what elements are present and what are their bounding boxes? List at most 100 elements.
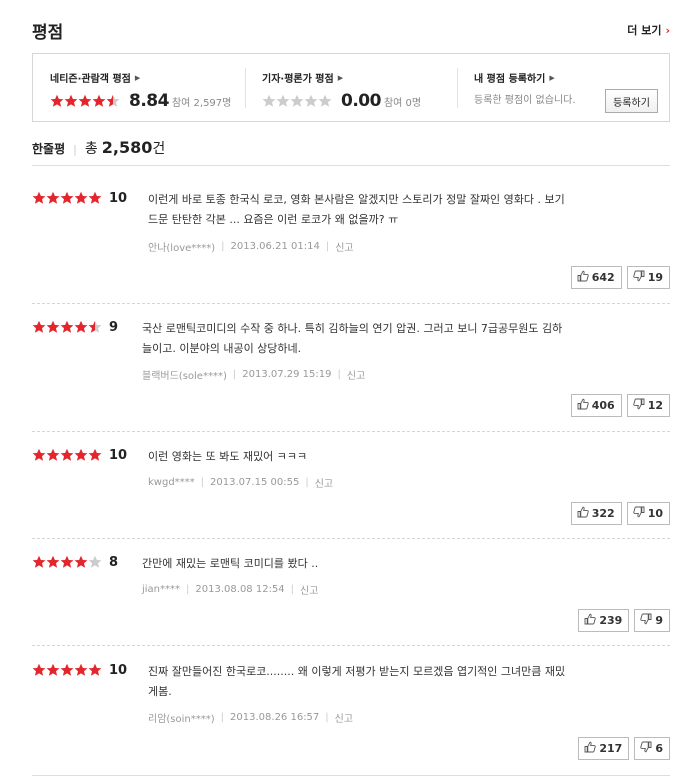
star-icon bbox=[46, 663, 60, 676]
upvote-count: 239 bbox=[599, 614, 623, 627]
divider: | bbox=[305, 477, 309, 488]
star-icon bbox=[50, 94, 64, 107]
review-item: 10 이런게 바로 토종 한국식 로코, 영화 본사람은 알겠지만 스토리가 정… bbox=[32, 189, 670, 289]
star-icon bbox=[32, 320, 46, 333]
report-link[interactable]: 신고 bbox=[335, 710, 353, 725]
thumbs-up-button[interactable]: 217 bbox=[578, 737, 630, 760]
thumbs-down-button[interactable]: 12 bbox=[626, 394, 670, 417]
thumbs-down-icon bbox=[632, 506, 645, 521]
thumbs-down-button[interactable]: 9 bbox=[634, 609, 670, 632]
review-item: 8 간만에 재밌는 로맨틱 코미디를 봤다 .. jian**** | 2013.0… bbox=[32, 553, 670, 633]
star-icon bbox=[290, 94, 304, 107]
review-item: 10 이런 영화는 또 봐도 재밌어 ㅋㅋㅋ kwgd**** | 2013.07.… bbox=[32, 446, 670, 526]
divider: | bbox=[337, 369, 341, 380]
thumbs-up-button[interactable]: 322 bbox=[570, 502, 622, 525]
report-link[interactable]: 신고 bbox=[300, 582, 318, 597]
divider: | bbox=[200, 477, 205, 488]
review-text: 국산 로맨틱코미디의 수작 중 하나. 특히 김하늘의 연기 압권. 그러고 보… bbox=[142, 319, 654, 359]
netizen-score-link[interactable]: 네티즌·관람객 평점 ▶ bbox=[50, 70, 245, 86]
review-text: 진짜 잘만들어진 한국로코........ 왜 이렇게 저평가 받는지 모르겠음… bbox=[148, 662, 660, 702]
thumbs-up-button[interactable]: 406 bbox=[570, 394, 622, 417]
review-text-line: 이런게 바로 토종 한국식 로코, 영화 본사람은 알겠지만 스토리가 정말 잘… bbox=[148, 193, 565, 206]
review-text-line: 진짜 잘만들어진 한국로코........ 왜 이렇게 저평가 받는지 모르겠음… bbox=[148, 665, 566, 678]
star-icon bbox=[318, 94, 332, 107]
review-item: 9 국산 로맨틱코미디의 수작 중 하나. 특히 김하늘의 연기 압권. 그러고… bbox=[32, 318, 670, 418]
my-score-label: 내 평점 등록하기 bbox=[474, 74, 546, 85]
thumbs-up-icon bbox=[584, 741, 597, 756]
review-star-rating bbox=[32, 191, 102, 205]
upvote-count: 322 bbox=[591, 507, 615, 520]
star-icon bbox=[74, 191, 88, 204]
more-link[interactable]: 더 보기 › bbox=[627, 22, 670, 38]
review-score: 10 bbox=[109, 662, 128, 678]
star-icon bbox=[64, 94, 78, 107]
review-text-line: 게봄. bbox=[148, 685, 172, 698]
thumbs-up-button[interactable]: 239 bbox=[578, 609, 630, 632]
star-icon bbox=[74, 663, 88, 676]
critic-score-value: 0.00 bbox=[341, 91, 381, 111]
downvote-count: 12 bbox=[647, 399, 663, 412]
critic-score-link[interactable]: 기자·평론가 평점 ▶ bbox=[262, 70, 457, 86]
thumbs-down-button[interactable]: 10 bbox=[626, 502, 670, 525]
star-icon bbox=[88, 663, 102, 676]
divider: | bbox=[73, 143, 77, 156]
review-date: 2013.07.15 00:55 bbox=[210, 477, 300, 488]
thumbs-down-button[interactable]: 19 bbox=[626, 266, 670, 289]
triangle-right-icon: ▶ bbox=[337, 73, 344, 82]
star-icon bbox=[32, 555, 46, 568]
report-link[interactable]: 신고 bbox=[347, 367, 365, 382]
netizen-participants: 참여 2,597명 bbox=[171, 97, 232, 109]
review-author[interactable]: 안나(love****) bbox=[148, 239, 215, 254]
register-rating-button[interactable]: 등록하기 bbox=[605, 89, 658, 113]
divider: | bbox=[232, 369, 237, 380]
star-icon bbox=[60, 663, 74, 676]
star-icon bbox=[60, 555, 74, 568]
netizen-score-panel: 네티즌·관람객 평점 ▶ 8.84 참여 2,597명 bbox=[33, 54, 245, 121]
my-score-panel: 내 평점 등록하기 ▶ 등록한 평점이 없습니다. 등록하기 bbox=[457, 54, 669, 121]
bottom-divider bbox=[32, 775, 670, 776]
review-score: 10 bbox=[109, 447, 128, 463]
review-date: 2013.06.21 01:14 bbox=[230, 241, 320, 252]
star-icon bbox=[74, 555, 88, 568]
review-score: 10 bbox=[109, 190, 128, 206]
star-icon bbox=[74, 448, 88, 461]
report-link[interactable]: 신고 bbox=[335, 239, 353, 254]
thumbs-up-button[interactable]: 642 bbox=[570, 266, 622, 289]
row-divider bbox=[32, 645, 670, 646]
star-icon bbox=[276, 94, 290, 107]
review-author[interactable]: 리암(soin****) bbox=[148, 710, 215, 725]
review-total-count: 2,580 bbox=[101, 138, 153, 157]
thumbs-down-button[interactable]: 6 bbox=[634, 737, 670, 760]
review-author[interactable]: 블랙버드(sole****) bbox=[142, 367, 227, 382]
star-icon bbox=[88, 555, 102, 568]
downvote-count: 9 bbox=[655, 614, 663, 627]
critic-score-label: 기자·평론가 평점 bbox=[262, 74, 334, 85]
review-star-rating bbox=[32, 320, 102, 334]
star-icon bbox=[88, 191, 102, 204]
review-date: 2013.07.29 15:19 bbox=[242, 369, 332, 380]
total-prefix: 총 bbox=[84, 141, 98, 157]
star-icon bbox=[92, 94, 106, 107]
triangle-right-icon: ▶ bbox=[134, 73, 141, 82]
my-score-empty-text: 등록한 평점이 없습니다. bbox=[474, 95, 576, 106]
review-score: 8 bbox=[109, 554, 119, 570]
review-text-line: 드문 탄탄한 각본 ... 요즘은 이런 로코가 왜 없을까? ㅠ bbox=[148, 213, 399, 226]
thumbs-up-icon bbox=[577, 506, 589, 521]
thumbs-up-icon bbox=[584, 613, 597, 628]
thumbs-down-icon bbox=[640, 613, 652, 628]
review-text-line: 이런 영화는 또 봐도 재밌어 ㅋㅋㅋ bbox=[148, 450, 308, 463]
my-score-link[interactable]: 내 평점 등록하기 ▶ bbox=[474, 70, 669, 86]
divider: | bbox=[290, 584, 295, 595]
divider: | bbox=[221, 241, 225, 252]
star-icon bbox=[60, 448, 74, 461]
review-text: 간만에 재밌는 로맨틱 코미디를 봤다 .. bbox=[142, 554, 654, 574]
review-star-rating bbox=[32, 448, 102, 462]
report-link[interactable]: 신고 bbox=[315, 475, 333, 490]
review-score: 9 bbox=[109, 319, 119, 335]
star-icon bbox=[46, 448, 60, 461]
review-author[interactable]: kwgd**** bbox=[148, 477, 195, 488]
star-icon bbox=[46, 191, 60, 204]
review-author[interactable]: jian**** bbox=[142, 584, 180, 595]
upvote-count: 217 bbox=[599, 742, 623, 755]
review-date: 2013.08.08 12:54 bbox=[195, 584, 285, 595]
